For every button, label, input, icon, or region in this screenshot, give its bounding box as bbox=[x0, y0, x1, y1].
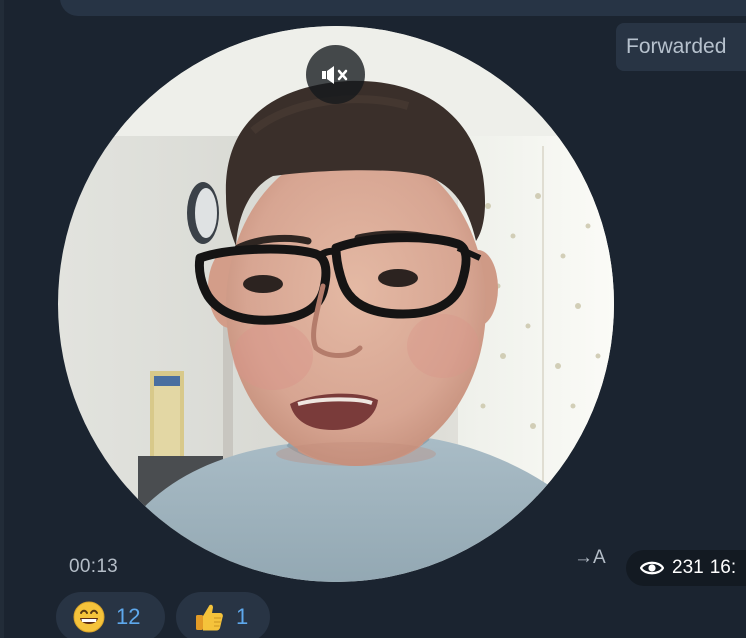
thumbs-up-icon bbox=[192, 600, 226, 634]
reaction-count: 1 bbox=[236, 604, 249, 629]
forwarded-label: Forwarded bbox=[626, 35, 727, 58]
round-video-message[interactable] bbox=[58, 26, 614, 582]
reaction-laugh[interactable]: 12 bbox=[56, 592, 165, 638]
view-count: 231 bbox=[672, 557, 704, 578]
sidebar-edge bbox=[0, 0, 4, 638]
video-duration: 00:13 bbox=[69, 556, 119, 577]
previous-message-bubble[interactable] bbox=[60, 0, 746, 16]
message-meta: 231 16: bbox=[626, 550, 746, 586]
speaker-muted-icon bbox=[321, 65, 347, 84]
message-time: 16: bbox=[709, 557, 737, 578]
translate-button[interactable]: →A bbox=[574, 547, 606, 569]
chat-view: Forwarded 00:13 →A 231 16: 12 1 bbox=[0, 0, 746, 638]
forwarded-header[interactable]: Forwarded bbox=[616, 23, 746, 71]
reaction-count: 12 bbox=[116, 604, 141, 629]
video-frame bbox=[58, 26, 614, 582]
mute-toggle-button[interactable] bbox=[306, 45, 365, 104]
reaction-thumbs-up[interactable]: 1 bbox=[176, 592, 270, 638]
grinning-face-icon bbox=[72, 600, 106, 634]
eye-icon bbox=[640, 560, 664, 576]
